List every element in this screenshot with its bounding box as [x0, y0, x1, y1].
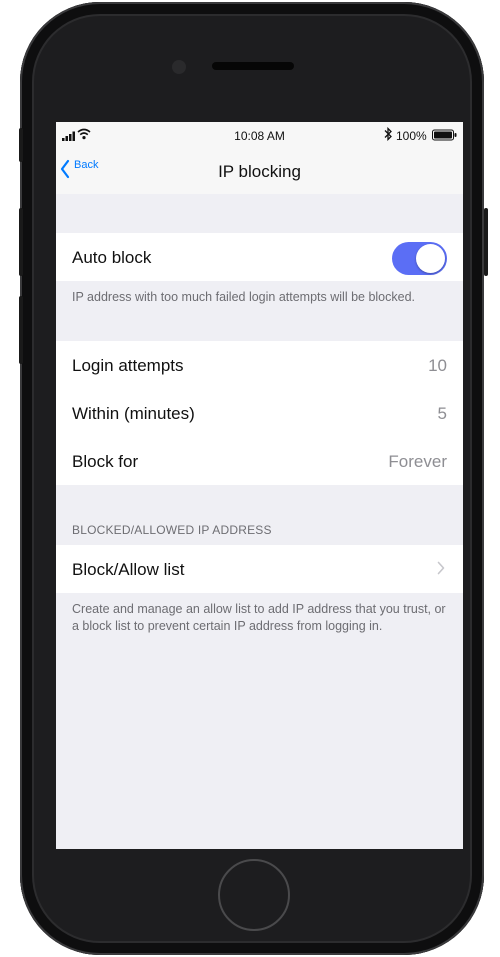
login-attempts-row[interactable]: Login attempts 10 [56, 341, 463, 389]
mute-switch [19, 128, 23, 162]
navigation-bar: Back IP blocking [56, 148, 463, 194]
auto-block-label: Auto block [72, 248, 152, 267]
login-attempts-label: Login attempts [72, 356, 184, 375]
block-allow-list-label: Block/Allow list [72, 560, 185, 579]
auto-block-row: Auto block [56, 233, 463, 281]
block-allow-list-row[interactable]: Block/Allow list [56, 545, 463, 593]
block-for-row[interactable]: Block for Forever [56, 437, 463, 485]
auto-block-footer: IP address with too much failed login at… [72, 290, 416, 304]
ip-section-header: BLOCKED/ALLOWED IP ADDRESS [72, 523, 272, 537]
earpiece-speaker [212, 62, 294, 70]
battery-icon [432, 129, 458, 141]
home-button[interactable] [218, 859, 290, 931]
battery-percent: 100% [396, 129, 427, 143]
page-title: IP blocking [218, 162, 301, 181]
volume-down-button [19, 296, 23, 364]
chevron-right-icon [437, 561, 445, 575]
ip-section-footer: Create and manage an allow list to add I… [72, 602, 446, 633]
within-minutes-row[interactable]: Within (minutes) 5 [56, 389, 463, 437]
block-for-label: Block for [72, 452, 139, 471]
front-camera [172, 60, 186, 74]
block-for-value: Forever [388, 452, 447, 471]
auto-block-toggle[interactable] [392, 242, 447, 275]
status-bar: 10:08 AM 100% [56, 122, 463, 148]
power-button [484, 208, 488, 276]
login-attempts-value: 10 [428, 356, 447, 375]
screen: 10:08 AM 100% Back IP blocking Auto bloc… [56, 122, 463, 849]
settings-group: Login attempts 10 Within (minutes) 5 Blo… [56, 341, 463, 485]
toggle-knob [416, 244, 445, 273]
within-minutes-label: Within (minutes) [72, 404, 195, 423]
bluetooth-icon [383, 126, 393, 142]
volume-up-button [19, 208, 23, 276]
within-minutes-value: 5 [437, 404, 447, 423]
